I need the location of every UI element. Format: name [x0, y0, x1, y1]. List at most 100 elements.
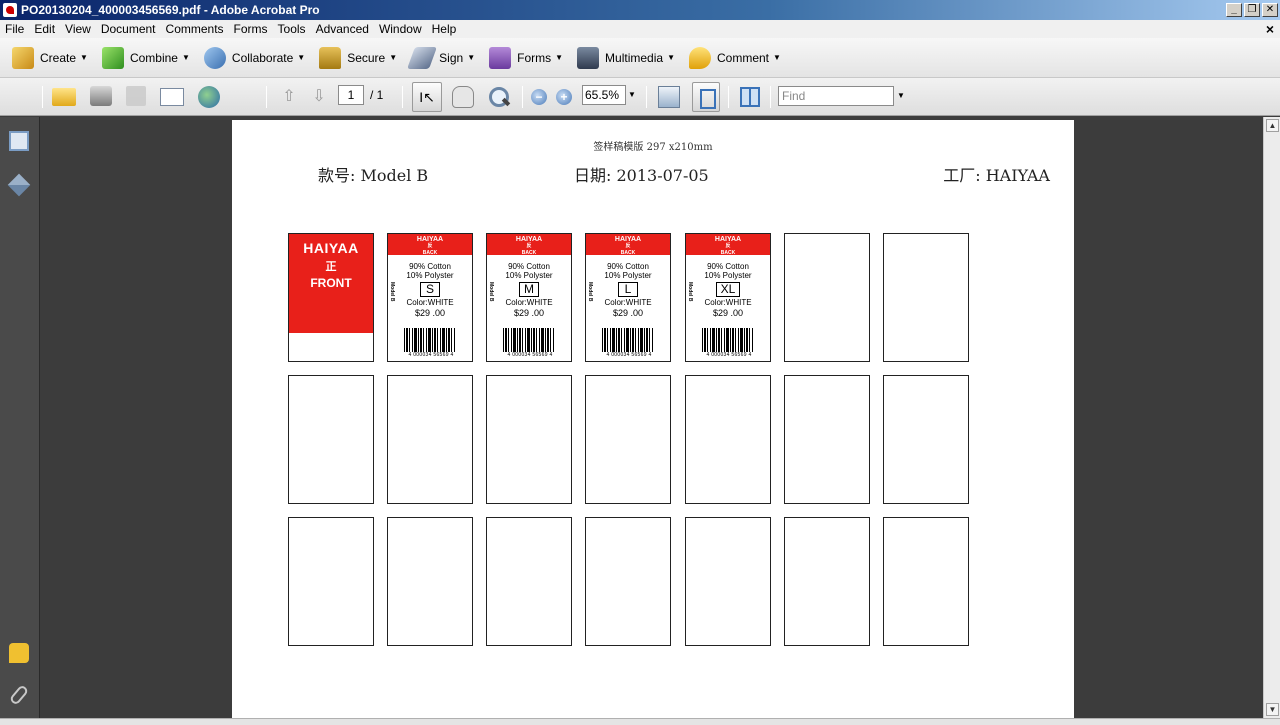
- comments-icon[interactable]: [9, 643, 29, 663]
- chevron-down-icon: ▼: [773, 53, 781, 62]
- back-tag-brand: HAIYAA: [416, 236, 444, 243]
- back-tag-brand: HAIYAA: [515, 236, 543, 243]
- empty-tag-slot: [585, 375, 671, 504]
- scroll-up-icon[interactable]: ▲: [1266, 119, 1279, 132]
- page-thumbnails-icon[interactable]: [9, 131, 29, 151]
- barcode: [404, 328, 456, 352]
- size-label: L: [618, 282, 638, 297]
- collaborate-icon: [203, 46, 226, 69]
- comment-button[interactable]: Comment ▼: [688, 46, 781, 69]
- open-folder-icon[interactable]: [52, 88, 76, 106]
- back-tag-l: HAIYAA 反 BACK 90% Cotton 10% Polyster L C…: [585, 233, 671, 362]
- acrobat-logo-icon: [3, 3, 17, 17]
- email-icon[interactable]: [160, 88, 184, 106]
- chevron-down-icon: ▼: [555, 53, 564, 62]
- menu-tools[interactable]: Tools: [273, 20, 311, 38]
- menu-view[interactable]: View: [60, 20, 96, 38]
- toolbar-separator: [646, 86, 647, 108]
- empty-tag-slot: [784, 517, 870, 646]
- chevron-down-icon: ▼: [181, 53, 190, 62]
- marquee-zoom-icon[interactable]: [488, 86, 510, 108]
- menu-help[interactable]: Help: [427, 20, 462, 38]
- multimedia-label: Multimedia: [605, 50, 664, 65]
- combine-button[interactable]: Combine ▼: [101, 46, 190, 69]
- close-window-button[interactable]: ✕: [1262, 3, 1278, 17]
- menu-window[interactable]: Window: [374, 20, 427, 38]
- status-bar: [0, 718, 1280, 725]
- hand-tool-icon[interactable]: [452, 86, 474, 108]
- menu-file[interactable]: File: [0, 20, 29, 38]
- color-label: Color:WHITE: [704, 298, 752, 307]
- back-tag-cn: 反: [725, 243, 731, 249]
- lock-icon: [319, 46, 342, 69]
- menu-advanced[interactable]: Advanced: [311, 20, 374, 38]
- forms-button[interactable]: Forms ▼: [489, 46, 564, 69]
- zoom-dropdown-chevron-icon[interactable]: ▼: [628, 90, 636, 99]
- zoom-level-input[interactable]: 65.5%: [582, 85, 626, 105]
- fit-width-scroll-icon[interactable]: [658, 86, 680, 108]
- multimedia-button[interactable]: Multimedia ▼: [577, 46, 675, 69]
- comment-label: Comment: [716, 50, 769, 65]
- select-tool-button[interactable]: I↖: [412, 82, 442, 112]
- next-page-icon[interactable]: ⇩: [310, 88, 328, 106]
- page-total-label: / 1: [370, 88, 384, 102]
- save-icon[interactable]: [126, 86, 146, 106]
- collaborate-button[interactable]: Collaborate ▼: [203, 46, 306, 69]
- task-toolbar: Create ▼ Combine ▼ Collaborate ▼ Secure ▼ Si…: [0, 38, 1280, 78]
- menu-document[interactable]: Document: [96, 20, 161, 38]
- toolbar-separator: [522, 86, 523, 108]
- minimize-button[interactable]: _: [1226, 3, 1242, 17]
- zoom-in-icon[interactable]: +: [556, 89, 572, 105]
- barcode: [702, 328, 754, 352]
- menu-edit[interactable]: Edit: [29, 20, 60, 38]
- front-tag-en: FRONT: [310, 276, 352, 290]
- toolbar-separator: [42, 86, 43, 108]
- previous-page-icon[interactable]: ⇧: [280, 88, 298, 106]
- fabric-composition: 90% Cotton 10% Polyster: [487, 262, 571, 280]
- fabric-line-2: 10% Polyster: [704, 271, 752, 280]
- back-tag-band: HAIYAA 反 BACK: [487, 234, 571, 256]
- back-tag-band: HAIYAA 反 BACK: [388, 234, 472, 256]
- layers-icon[interactable]: [7, 173, 31, 197]
- back-tag-cn: 反: [427, 243, 433, 249]
- vertical-scrollbar[interactable]: ▲ ▼: [1263, 117, 1280, 718]
- chevron-down-icon: ▼: [297, 53, 306, 62]
- document-area[interactable]: 签样稿模版 297 x210mm 款号: Model B 日期: 2013-07…: [41, 117, 1263, 718]
- empty-tag-slot: [288, 517, 374, 646]
- barcode: [503, 328, 555, 352]
- toolbar-separator: [728, 86, 729, 108]
- sign-button[interactable]: Sign ▼: [407, 46, 475, 69]
- price-label: $29 .00: [414, 308, 446, 318]
- empty-tag-slot: [387, 517, 473, 646]
- forms-label: Forms: [517, 50, 552, 65]
- page-number-input[interactable]: 1: [338, 85, 364, 105]
- front-tag-brand: HAIYAA: [303, 240, 359, 256]
- close-document-icon[interactable]: ×: [1266, 20, 1274, 38]
- menu-forms[interactable]: Forms: [229, 20, 273, 38]
- fit-page-icon[interactable]: [692, 82, 720, 112]
- empty-tag-slot: [883, 233, 969, 362]
- menu-comments[interactable]: Comments: [161, 20, 229, 38]
- back-tag-s: HAIYAA 反 BACK 90% Cotton 10% Polyster S C…: [387, 233, 473, 362]
- attachment-icon[interactable]: [8, 684, 30, 706]
- back-tag-en: BACK: [422, 250, 438, 256]
- toolbar-separator: [402, 86, 403, 108]
- upload-globe-icon[interactable]: [198, 86, 220, 108]
- reading-mode-icon[interactable]: [740, 87, 760, 107]
- find-input[interactable]: Find: [778, 86, 894, 106]
- create-button[interactable]: Create ▼: [12, 46, 88, 69]
- style-number: 款号: Model B: [318, 166, 429, 185]
- print-icon[interactable]: [90, 86, 112, 106]
- empty-tag-slot: [486, 375, 572, 504]
- scroll-down-icon[interactable]: ▼: [1266, 703, 1279, 716]
- model-label: Model B: [687, 282, 693, 302]
- zoom-out-icon[interactable]: −: [531, 89, 547, 105]
- secure-button[interactable]: Secure ▼: [319, 46, 397, 69]
- fabric-composition: 90% Cotton 10% Polyster: [388, 262, 472, 280]
- back-tag-xl: HAIYAA 反 BACK 90% Cotton 10% Polyster XL …: [685, 233, 771, 362]
- restore-button[interactable]: ❐: [1244, 3, 1260, 17]
- combine-label: Combine: [129, 50, 178, 65]
- form-icon: [489, 46, 512, 69]
- fabric-line-1: 90% Cotton: [508, 262, 550, 271]
- find-dropdown-chevron-icon[interactable]: ▼: [897, 91, 905, 100]
